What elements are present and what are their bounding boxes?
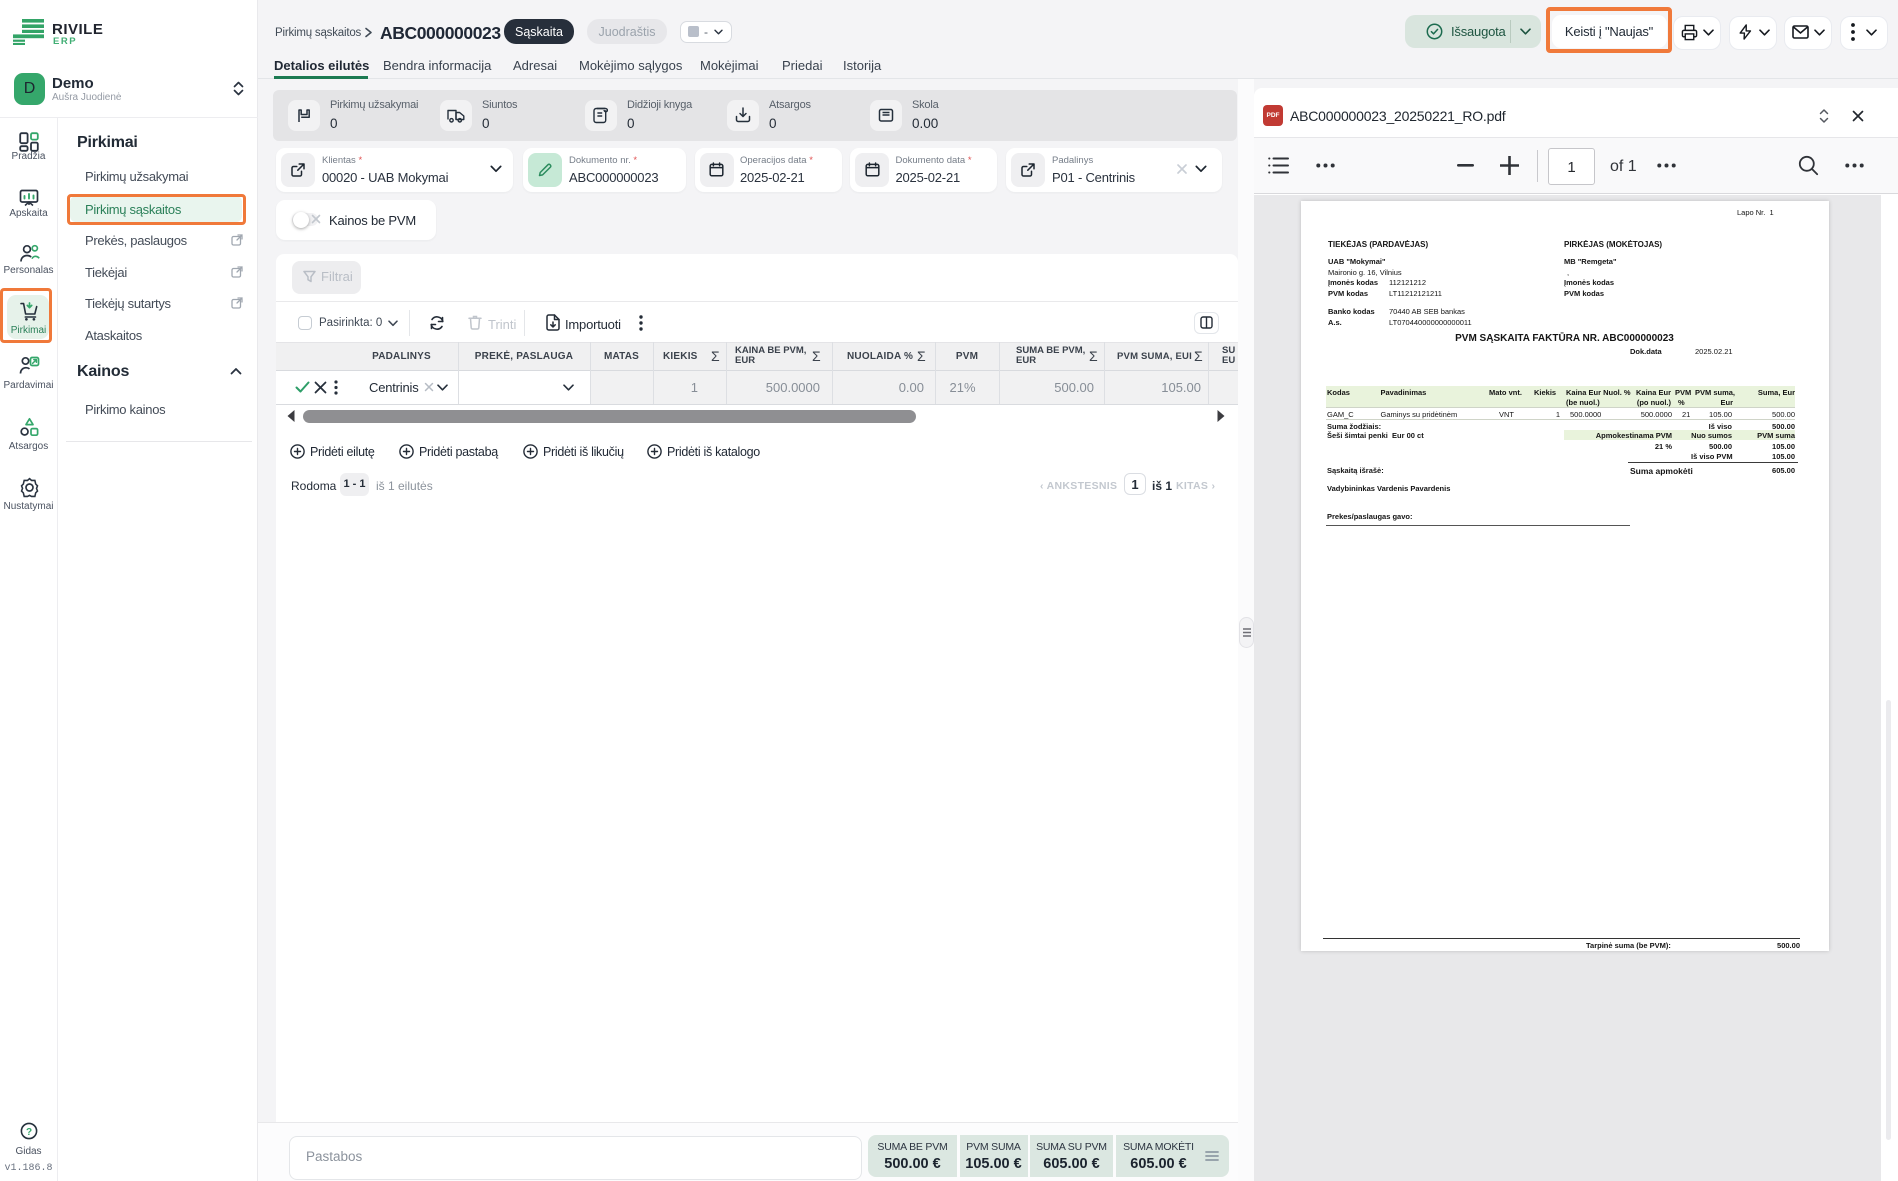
svg-text:?: ? [26,1127,32,1138]
